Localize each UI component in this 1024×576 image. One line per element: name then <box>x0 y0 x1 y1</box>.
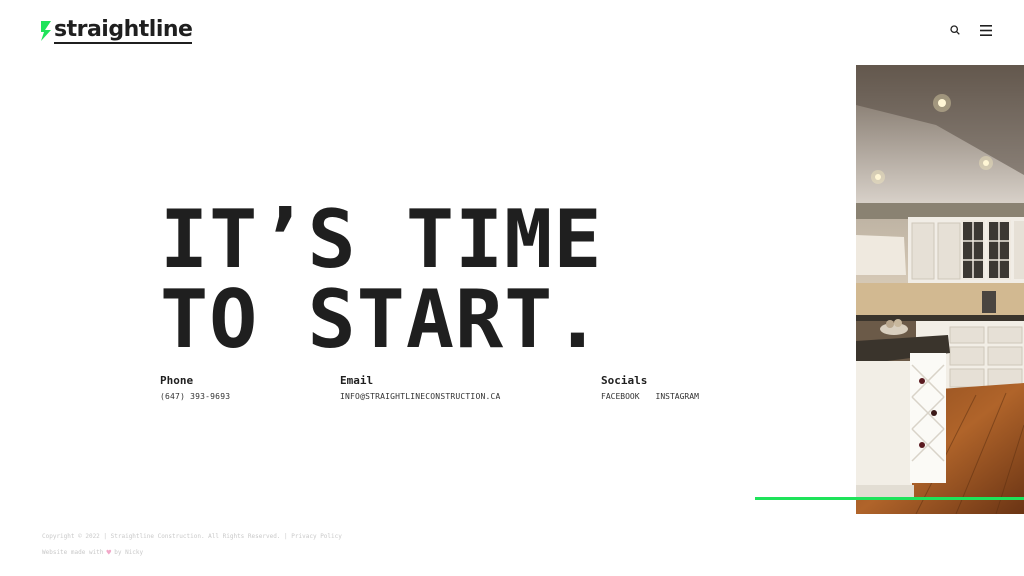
credit-link[interactable]: by Nicky <box>114 549 143 556</box>
footer-row-1: Copyright © 2022 | Straightline Construc… <box>42 533 342 540</box>
email-block: Email INFO@STRAIGHTLINECONSTRUCTION.CA <box>340 374 501 401</box>
kitchen-photo <box>856 65 1024 514</box>
email-label: Email <box>340 374 374 387</box>
email-link[interactable]: INFO@STRAIGHTLINECONSTRUCTION.CA <box>340 392 501 401</box>
logo-mark-icon <box>41 21 51 41</box>
brand-name: straightline <box>54 17 193 44</box>
hero-line-1: IT’S TIME <box>160 193 603 286</box>
phone-block: Phone (647) 393-9693 <box>160 374 230 401</box>
phone-label: Phone <box>160 374 194 387</box>
footer-separator: | <box>284 533 288 540</box>
heart-icon: ♥ <box>106 548 112 557</box>
hamburger-menu-icon <box>980 24 992 36</box>
footer: Copyright © 2022 | Straightline Construc… <box>42 533 342 557</box>
search-icon <box>950 25 960 35</box>
credit-prefix: Website made with <box>42 549 104 556</box>
socials-block: Socials FACEBOOK INSTAGRAM <box>601 374 699 401</box>
facebook-link[interactable]: FACEBOOK <box>601 392 640 401</box>
copyright-text: Copyright © 2022 | Straightline Construc… <box>42 533 281 540</box>
search-button[interactable] <box>947 22 963 38</box>
socials-label: Socials <box>601 374 648 387</box>
accent-line <box>755 497 1024 500</box>
hero-line-2: TO START. <box>160 273 603 366</box>
brand-logo[interactable]: straightline <box>41 17 193 44</box>
kitchen-illustration <box>856 65 1024 514</box>
phone-number-link[interactable]: (647) 393-9693 <box>160 392 230 401</box>
menu-button[interactable] <box>978 22 994 38</box>
footer-row-2: Website made with ♥ by Nicky <box>42 548 342 557</box>
privacy-policy-link[interactable]: Privacy Policy <box>291 533 342 540</box>
hero-title: IT’S TIME TO START. <box>160 200 602 360</box>
social-links: FACEBOOK INSTAGRAM <box>601 392 699 401</box>
instagram-link[interactable]: INSTAGRAM <box>656 392 699 401</box>
